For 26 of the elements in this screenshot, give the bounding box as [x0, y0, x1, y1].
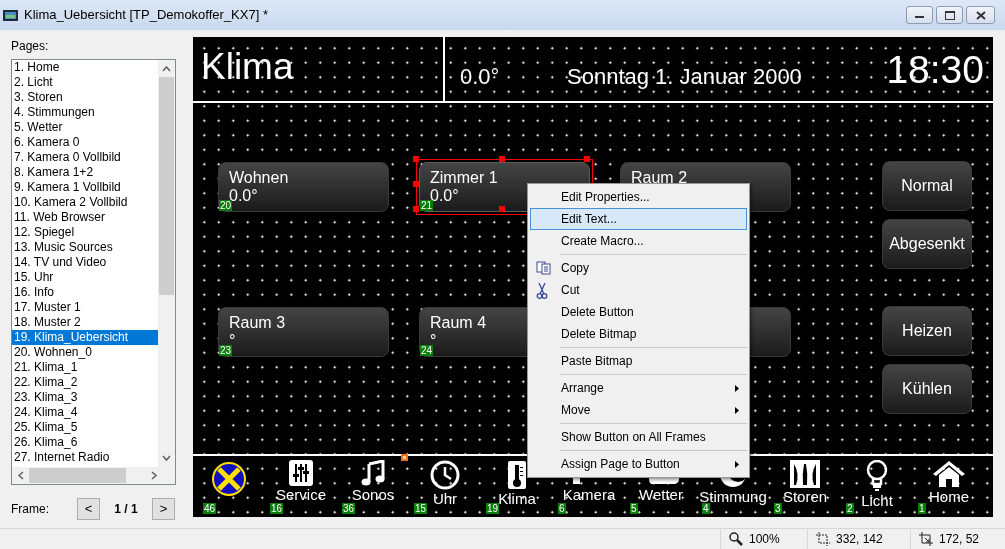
time-text: 18:30	[886, 49, 984, 91]
page-title: Klima	[201, 46, 294, 88]
id-number: 20	[219, 200, 233, 211]
pages-label: Pages:	[11, 38, 50, 55]
id-number: 36	[342, 503, 356, 514]
id-number: 6	[558, 503, 566, 514]
id-number: 15	[414, 503, 428, 514]
temperature-text: 0.0°	[460, 64, 500, 90]
id-number: 19	[486, 503, 500, 514]
frame-label: Frame:	[11, 501, 50, 518]
id-number: 2	[846, 503, 854, 514]
id-number: 16	[270, 503, 284, 514]
selection-size: 172, 52	[939, 531, 981, 548]
zoom-level: 100%	[749, 531, 781, 548]
window-title: Klima_Uebersicht [TP_Demokoffer_KX7] *	[24, 6, 269, 25]
date-text: Sonntag 1. Januar 2000	[567, 64, 802, 90]
id-number: 5	[630, 503, 638, 514]
id-number: 21	[420, 200, 434, 211]
frame-counter: 1 / 1	[113, 501, 139, 518]
cursor-position: 332, 142	[836, 531, 884, 548]
id-number: 4	[702, 503, 710, 514]
id-number: 24	[420, 345, 434, 356]
id-number: 1	[918, 503, 926, 514]
id-number: 23	[219, 345, 233, 356]
id-number: 46	[203, 503, 217, 514]
id-number: 3	[774, 503, 782, 514]
